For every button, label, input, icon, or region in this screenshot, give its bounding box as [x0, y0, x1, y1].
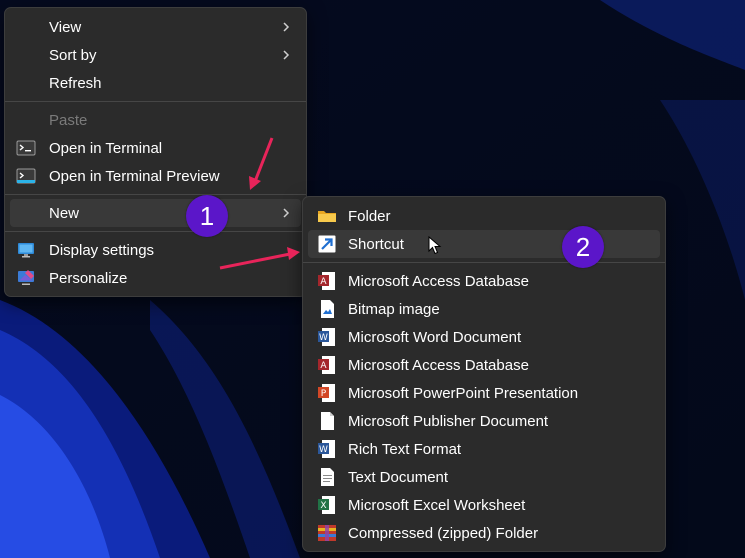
submenu-item-zip-folder[interactable]: Compressed (zipped) Folder: [308, 519, 660, 547]
menu-separator: [5, 194, 306, 195]
zip-folder-icon: [318, 525, 336, 541]
publisher-icon: [321, 412, 334, 430]
step-badge-1: 1: [186, 195, 228, 237]
svg-text:A: A: [320, 361, 327, 371]
menu-item-label: Refresh: [49, 74, 102, 92]
excel-icon: X: [318, 496, 335, 514]
submenu-item-folder[interactable]: Folder: [308, 202, 660, 230]
personalize-icon: [18, 270, 34, 285]
menu-item-display-settings[interactable]: Display settings: [10, 236, 301, 264]
menu-item-label: View: [49, 18, 82, 36]
submenu-item-publisher[interactable]: Microsoft Publisher Document: [308, 407, 660, 435]
menu-item-label: Microsoft Word Document: [348, 328, 522, 346]
menu-item-label: Rich Text Format: [348, 440, 462, 458]
menu-item-label: Display settings: [49, 241, 155, 259]
submenu-item-excel[interactable]: X Microsoft Excel Worksheet: [308, 491, 660, 519]
menu-item-label: Open in Terminal Preview: [49, 167, 220, 185]
submenu-item-word-document[interactable]: W Microsoft Word Document: [308, 323, 660, 351]
folder-icon: [318, 211, 336, 222]
svg-text:W: W: [319, 445, 328, 455]
chevron-right-icon: [283, 208, 290, 218]
chevron-right-icon: [283, 22, 290, 32]
step-badge-2: 2: [562, 226, 604, 268]
mouse-cursor-icon: [428, 236, 442, 255]
menu-item-label: Text Document: [348, 468, 449, 486]
access-icon: A: [318, 272, 335, 290]
chevron-right-icon: [283, 50, 290, 60]
bitmap-icon: [321, 300, 334, 318]
menu-item-open-in-terminal-preview[interactable]: Open in Terminal Preview: [10, 162, 301, 190]
menu-item-label: Open in Terminal: [49, 139, 163, 157]
submenu-item-bitmap-image[interactable]: Bitmap image: [308, 295, 660, 323]
shortcut-icon: [318, 235, 336, 253]
menu-item-label: Shortcut: [348, 235, 404, 253]
word-icon: W: [318, 328, 335, 346]
menu-item-label: Microsoft PowerPoint Presentation: [348, 384, 579, 402]
submenu-item-shortcut[interactable]: Shortcut: [308, 230, 660, 258]
new-submenu: Folder Shortcut A Microsoft Access Datab…: [302, 196, 666, 552]
svg-text:A: A: [320, 277, 327, 287]
menu-separator: [5, 101, 306, 102]
menu-item-label: Personalize: [49, 269, 128, 287]
menu-item-label: Folder: [348, 207, 391, 225]
access-icon: A: [318, 356, 335, 374]
menu-item-label: Microsoft Excel Worksheet: [348, 496, 526, 514]
menu-item-label: Microsoft Access Database: [348, 356, 529, 374]
menu-separator: [5, 231, 306, 232]
submenu-item-powerpoint[interactable]: P Microsoft PowerPoint Presentation: [308, 379, 660, 407]
svg-text:P: P: [321, 389, 327, 399]
menu-item-paste: Paste: [10, 106, 301, 134]
menu-item-view[interactable]: View: [10, 13, 301, 41]
menu-item-refresh[interactable]: Refresh: [10, 69, 301, 97]
display-settings-icon: [18, 243, 34, 258]
menu-item-label: Bitmap image: [348, 300, 440, 318]
menu-item-label: Compressed (zipped) Folder: [348, 524, 539, 542]
terminal-preview-icon: [16, 168, 36, 184]
menu-separator: [303, 262, 665, 263]
terminal-icon: [16, 140, 36, 156]
text-document-icon: [321, 468, 334, 486]
powerpoint-icon: P: [318, 384, 335, 402]
svg-text:W: W: [319, 333, 328, 343]
submenu-item-access-database-2[interactable]: A Microsoft Access Database: [308, 351, 660, 379]
menu-item-open-in-terminal[interactable]: Open in Terminal: [10, 134, 301, 162]
submenu-item-rich-text[interactable]: W Rich Text Format: [308, 435, 660, 463]
menu-item-label: Paste: [49, 111, 88, 129]
desktop-context-menu: View Sort by Refresh Paste Open in Termi…: [4, 7, 307, 297]
menu-item-label: Microsoft Publisher Document: [348, 412, 549, 430]
menu-item-sort-by[interactable]: Sort by: [10, 41, 301, 69]
submenu-item-text-document[interactable]: Text Document: [308, 463, 660, 491]
menu-item-label: New: [49, 204, 80, 222]
svg-text:X: X: [320, 501, 326, 511]
word-icon: W: [318, 440, 335, 458]
menu-item-label: Microsoft Access Database: [348, 272, 529, 290]
submenu-item-access-database[interactable]: A Microsoft Access Database: [308, 267, 660, 295]
menu-item-new[interactable]: New: [10, 199, 301, 227]
menu-item-personalize[interactable]: Personalize: [10, 264, 301, 292]
menu-item-label: Sort by: [49, 46, 97, 64]
